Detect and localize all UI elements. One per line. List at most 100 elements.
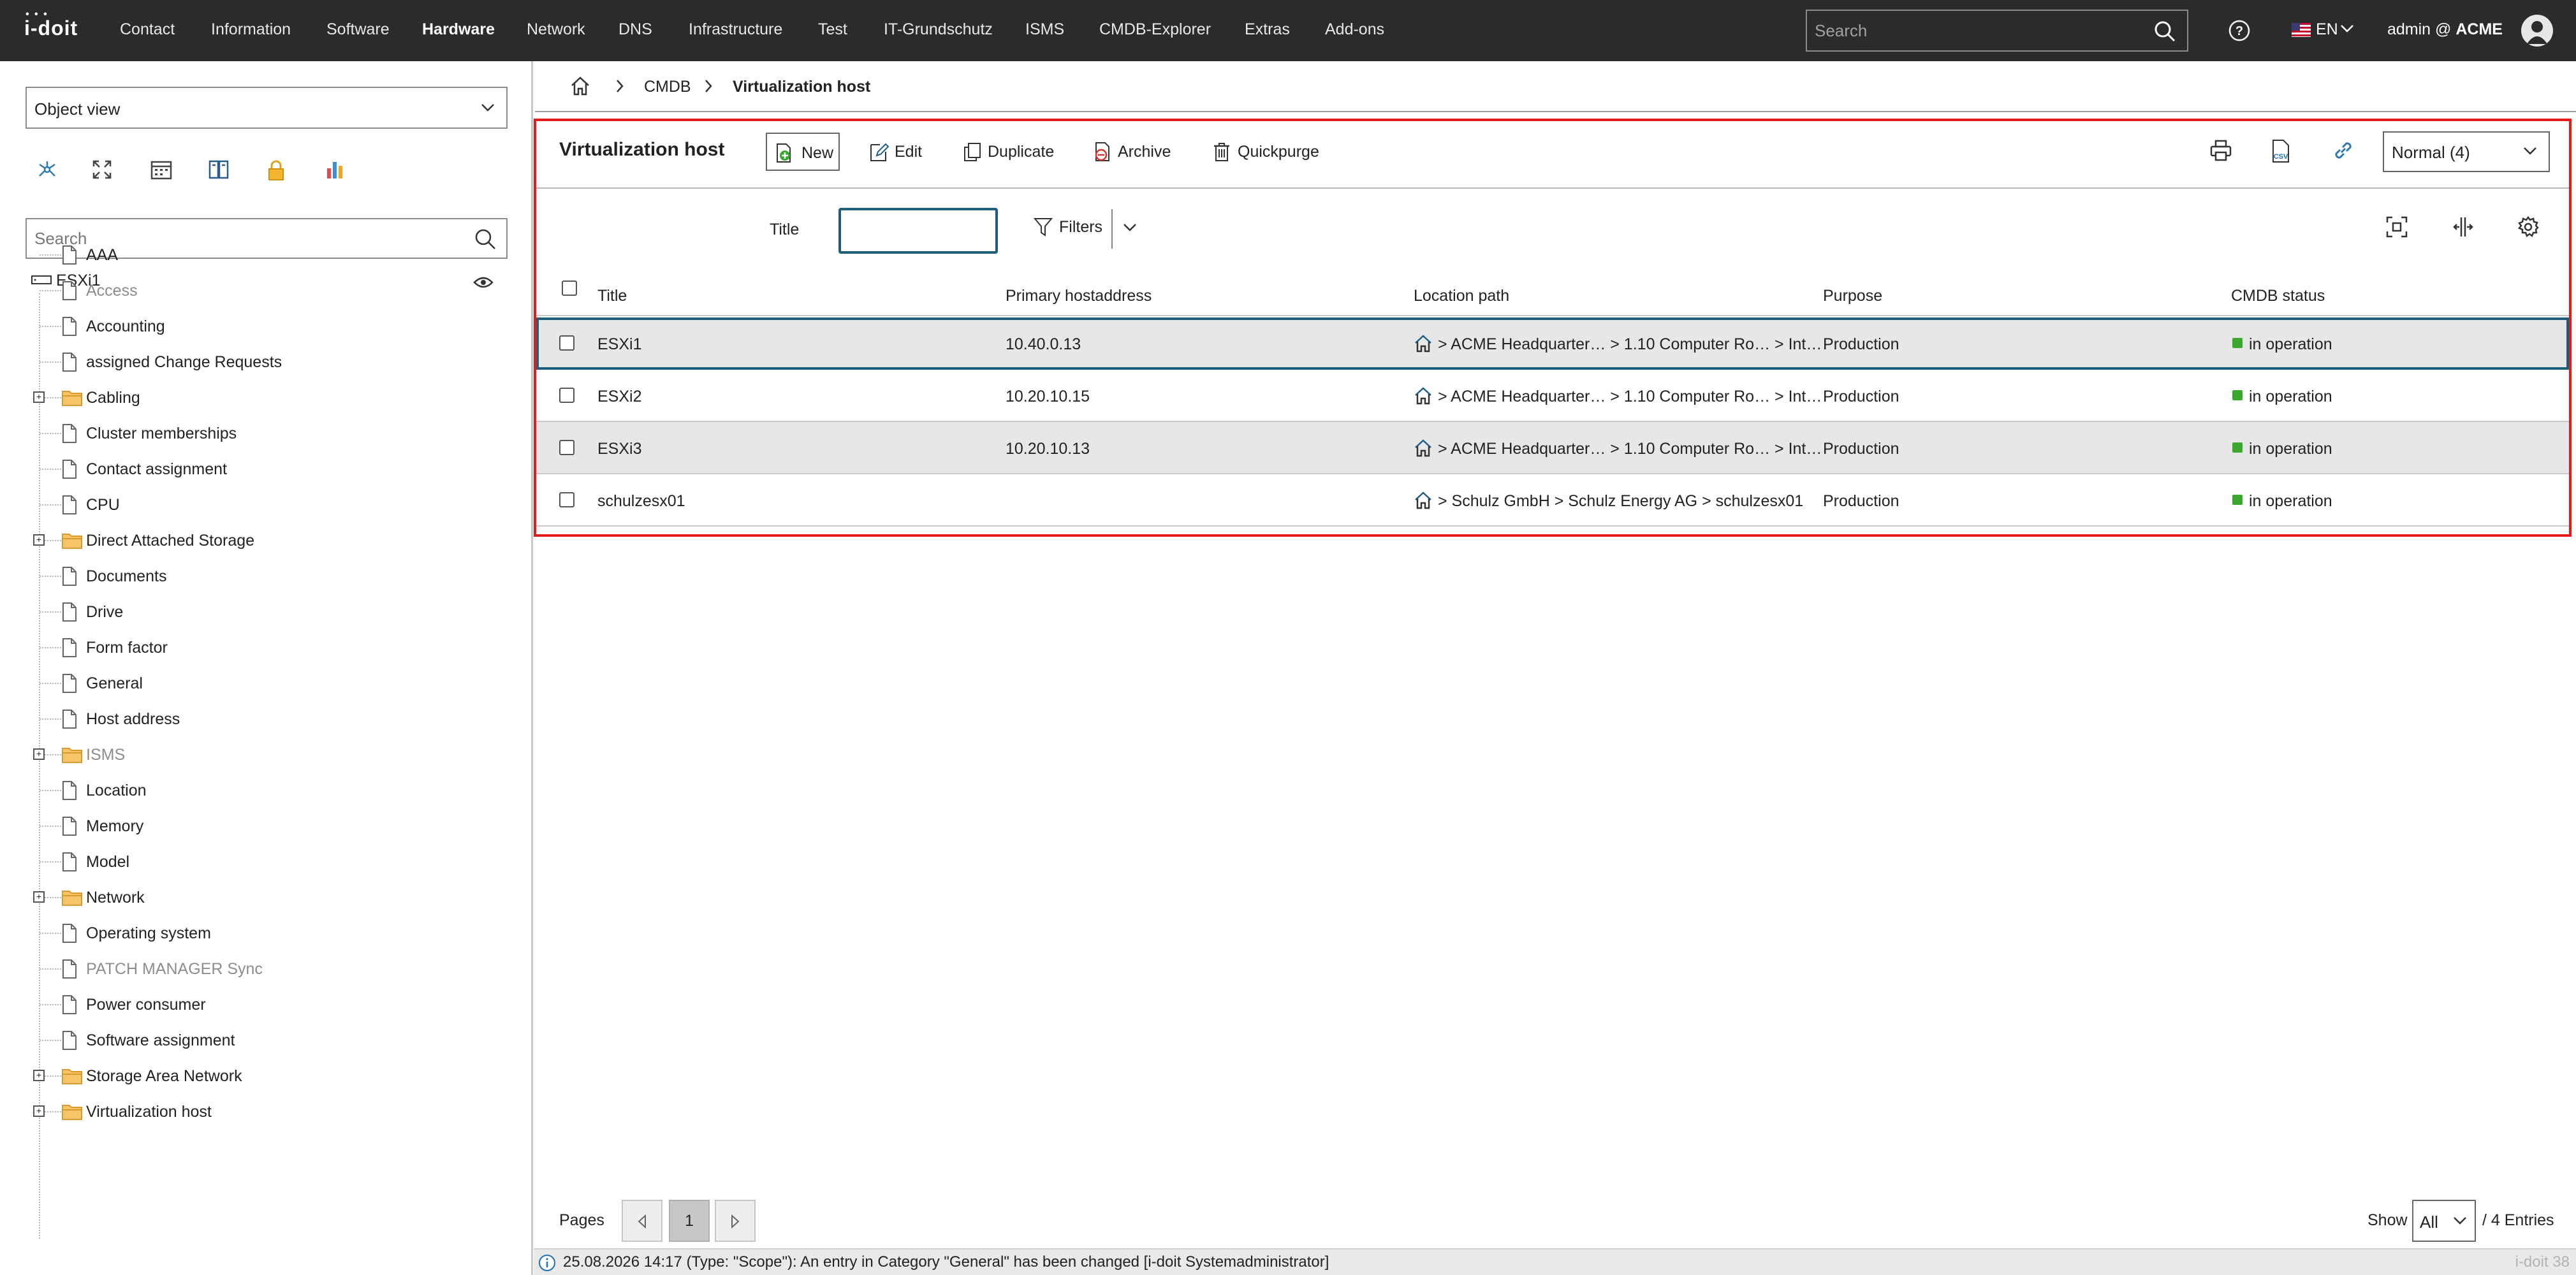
- tree-item-label: Network: [86, 889, 145, 907]
- nav-item-information[interactable]: Information: [211, 20, 291, 39]
- us-flag-icon[interactable]: [2292, 23, 2311, 37]
- tree-item-software-assignment[interactable]: Software assignment: [0, 1023, 510, 1058]
- tree-item-storage-area-network[interactable]: + Storage Area Network: [0, 1058, 510, 1094]
- tree-connector: [40, 1004, 61, 1005]
- expand-toggle-icon[interactable]: +: [33, 748, 45, 760]
- tree-item-patch-manager-sync[interactable]: PATCH MANAGER Sync: [0, 951, 510, 987]
- document-icon: [61, 316, 78, 337]
- nav-item-test[interactable]: Test: [818, 20, 847, 39]
- tree-item-label: AAA: [86, 246, 119, 264]
- tree-connector: [40, 718, 61, 720]
- tree-item-label: Software assignment: [86, 1031, 235, 1049]
- nav-item-network[interactable]: Network: [527, 20, 585, 39]
- tree-item-drive[interactable]: Drive: [0, 594, 510, 630]
- nav-item-it-grundschutz[interactable]: IT-Grundschutz: [884, 20, 993, 39]
- tree-connector: [40, 683, 61, 684]
- tree-item-virtualization-host[interactable]: + Virtualization host: [0, 1094, 510, 1130]
- nav-item-contact[interactable]: Contact: [120, 20, 175, 39]
- breadcrumb-cmdb[interactable]: CMDB: [644, 78, 691, 96]
- i-doit-logo[interactable]: • • • i-doit: [24, 9, 78, 45]
- calendar-icon[interactable]: [150, 159, 172, 180]
- document-icon: [61, 1030, 78, 1051]
- tree-item-location[interactable]: Location: [0, 773, 510, 808]
- nav-item-dns[interactable]: DNS: [618, 20, 652, 39]
- tree-item-form-factor[interactable]: Form factor: [0, 630, 510, 666]
- book-icon[interactable]: [208, 159, 230, 180]
- nav-item-infrastructure[interactable]: Infrastructure: [689, 20, 782, 39]
- avatar[interactable]: [2521, 15, 2553, 47]
- tree-item-cabling[interactable]: + Cabling: [0, 380, 510, 416]
- tree-item-access[interactable]: Access: [0, 273, 510, 309]
- report-chart-icon[interactable]: [325, 159, 346, 180]
- chevron-right-icon: [705, 80, 712, 92]
- tree-item-label: General: [86, 674, 143, 692]
- home-icon[interactable]: [569, 75, 591, 97]
- current-page-button[interactable]: 1: [669, 1200, 710, 1242]
- tree-item-cluster-memberships[interactable]: Cluster memberships: [0, 416, 510, 451]
- nav-item-cmdb-explorer[interactable]: CMDB-Explorer: [1099, 20, 1211, 39]
- chevron-right-icon: [617, 80, 624, 92]
- tree-connector: [40, 290, 61, 291]
- folder-icon: [61, 1066, 83, 1085]
- expand-toggle-icon[interactable]: +: [33, 534, 45, 546]
- info-icon: [539, 1255, 555, 1271]
- tree-item-memory[interactable]: Memory: [0, 808, 510, 844]
- tree-item-operating-system[interactable]: Operating system: [0, 915, 510, 951]
- document-icon: [61, 245, 78, 265]
- tree-item-network[interactable]: + Network: [0, 880, 510, 915]
- expand-toggle-icon[interactable]: +: [33, 1105, 45, 1117]
- tree-item-documents[interactable]: Documents: [0, 558, 510, 594]
- expand-toggle-icon[interactable]: +: [33, 891, 45, 903]
- tree-connector: [40, 504, 61, 506]
- tree-item-label: Drive: [86, 603, 124, 621]
- tree-item-direct-attached-storage[interactable]: + Direct Attached Storage: [0, 523, 510, 558]
- page-size-select[interactable]: All: [2412, 1200, 2476, 1242]
- tree-item-label: Documents: [86, 567, 167, 585]
- tree-item-contact-assignment[interactable]: Contact assignment: [0, 451, 510, 487]
- language-label[interactable]: EN: [2316, 20, 2338, 39]
- tree-item-assigned-change-requests[interactable]: assigned Change Requests: [0, 344, 510, 380]
- tree-item-general[interactable]: General: [0, 666, 510, 701]
- global-search[interactable]: [1806, 10, 2188, 52]
- nav-item-extras[interactable]: Extras: [1245, 20, 1290, 39]
- tree-item-power-consumer[interactable]: Power consumer: [0, 987, 510, 1023]
- triangle-left-icon: [638, 1214, 646, 1229]
- relations-icon[interactable]: [37, 159, 57, 180]
- chevron-down-icon[interactable]: [2340, 24, 2354, 33]
- nav-item-isms[interactable]: ISMS: [1025, 20, 1064, 39]
- nav-item-add-ons[interactable]: Add-ons: [1325, 20, 1384, 39]
- tree-item-label: Host address: [86, 710, 180, 728]
- search-icon[interactable]: [2154, 20, 2176, 42]
- tree-connector: [40, 826, 61, 827]
- tree-item-cpu[interactable]: CPU: [0, 487, 510, 523]
- tree-item-accounting[interactable]: Accounting: [0, 309, 510, 344]
- tree-item-host-address[interactable]: Host address: [0, 701, 510, 737]
- lock-icon[interactable]: [267, 159, 286, 181]
- tree-item-label: Cluster memberships: [86, 425, 237, 442]
- next-page-button[interactable]: [715, 1200, 756, 1242]
- pagination: Pages 1 Show All / 4 Entries: [534, 1198, 2572, 1244]
- expand-toggle-icon[interactable]: +: [33, 391, 45, 403]
- document-icon: [61, 495, 78, 515]
- user-menu[interactable]: admin @ ACME: [2387, 20, 2503, 39]
- entries-count: / 4 Entries: [2482, 1211, 2554, 1229]
- document-icon: [61, 959, 78, 979]
- folder-icon: [61, 1102, 83, 1121]
- tree-item-aaa[interactable]: AAA: [0, 237, 510, 273]
- view-select[interactable]: Object view: [26, 87, 508, 129]
- tree-item-label: CPU: [86, 496, 120, 514]
- nav-item-hardware[interactable]: Hardware: [422, 20, 495, 39]
- tree-item-isms[interactable]: + ISMS: [0, 737, 510, 773]
- expand-toggle-icon[interactable]: +: [33, 1070, 45, 1081]
- document-icon: [61, 423, 78, 444]
- expand-icon[interactable]: [92, 159, 112, 180]
- tree-item-label: assigned Change Requests: [86, 353, 282, 371]
- pages-label: Pages: [559, 1211, 604, 1229]
- document-icon: [61, 602, 78, 622]
- help-icon[interactable]: ?: [2228, 19, 2251, 42]
- tree-item-model[interactable]: Model: [0, 844, 510, 880]
- nav-item-software[interactable]: Software: [326, 20, 390, 39]
- global-search-input[interactable]: [1807, 11, 2139, 50]
- previous-page-button[interactable]: [622, 1200, 662, 1242]
- tree-item-label: PATCH MANAGER Sync: [86, 960, 263, 978]
